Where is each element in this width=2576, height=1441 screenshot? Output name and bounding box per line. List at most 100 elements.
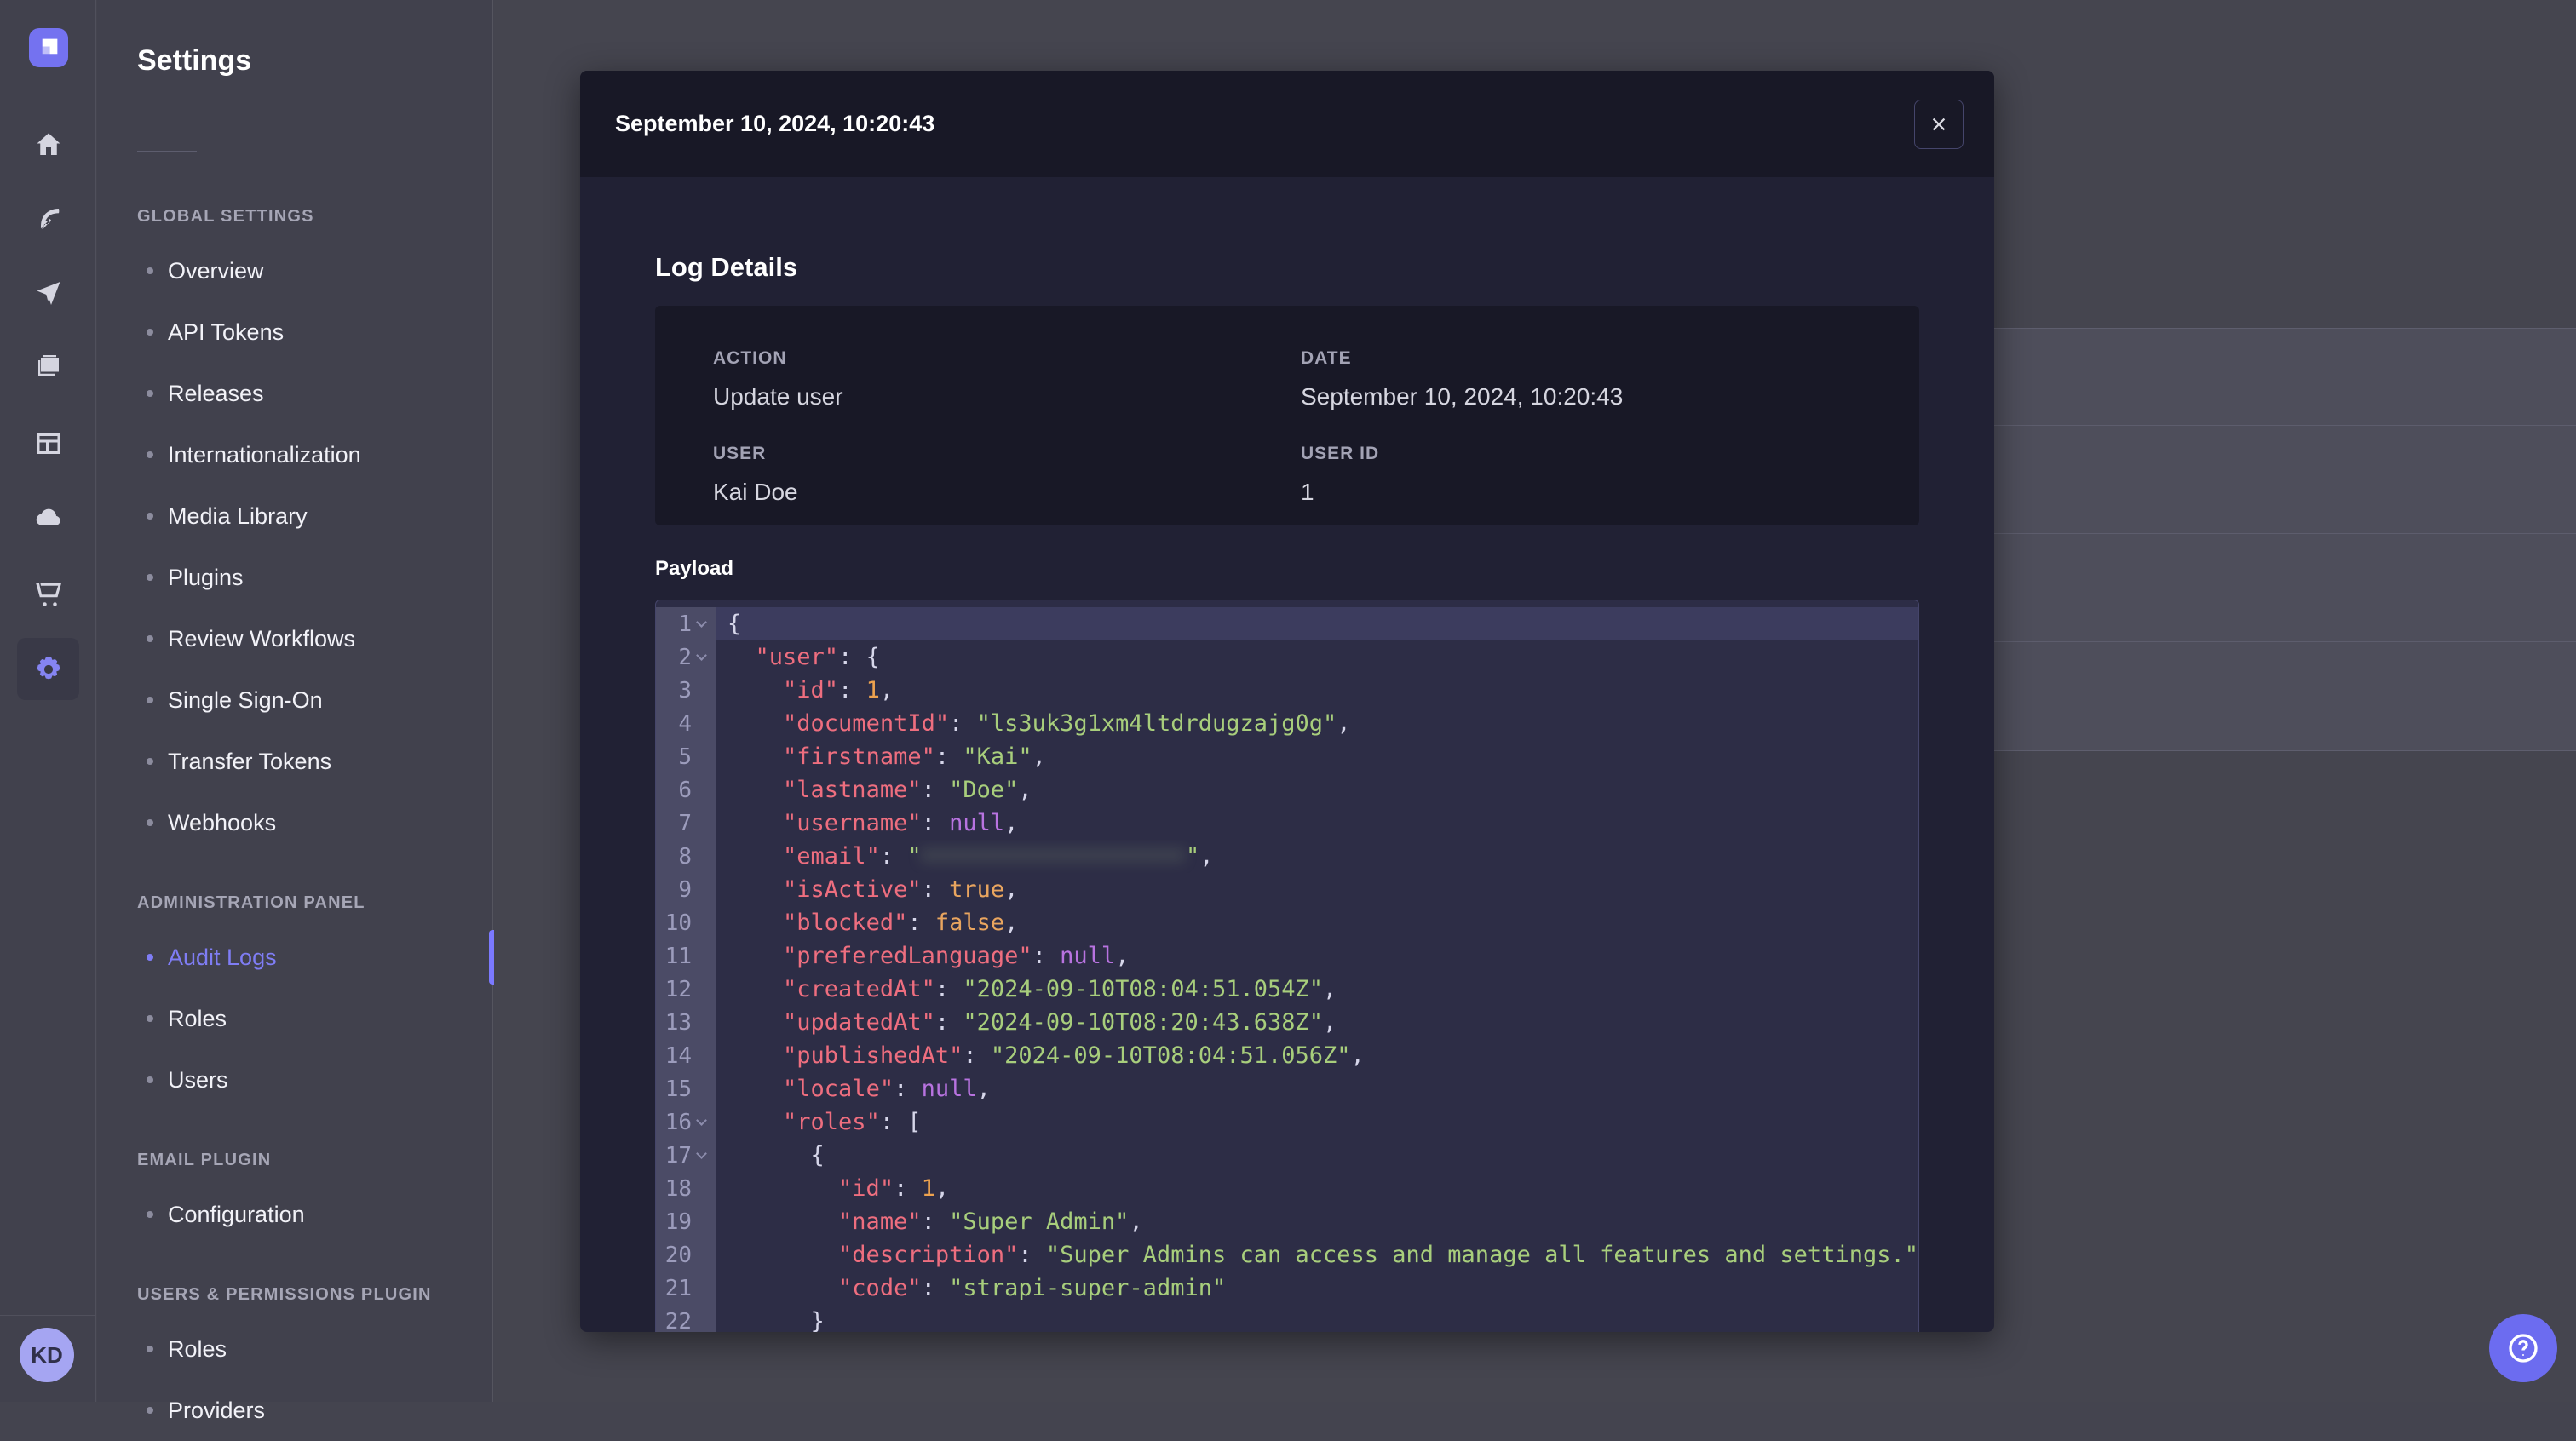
rail-item-cart-icon[interactable] [0,565,96,620]
action-label: ACTION [713,348,787,368]
fold-chevron-empty [695,982,710,997]
rail-item-settings[interactable] [17,638,79,700]
line-number-gutter: 4 [656,707,716,740]
sidebar-item-label: Roles [168,1005,227,1031]
line-number: 10 [664,910,692,936]
sidebar-item-webhooks[interactable]: Webhooks [97,792,493,853]
sidebar-item-review-workflows[interactable]: Review Workflows [97,608,493,669]
bullet-dot [147,819,153,826]
code-line: 14 "publishedAt": "2024-09-10T08:04:51.0… [656,1039,1918,1072]
rail-item-home-icon[interactable] [0,118,96,172]
line-number-gutter: 16 [656,1105,716,1139]
sidebar-item-internationalization[interactable]: Internationalization [97,424,493,485]
rail-item-layout-icon[interactable] [0,416,96,471]
code-line: 4 "documentId": "ls3uk3g1xm4ltdrdugzajg0… [656,707,1918,740]
help-button[interactable] [2489,1314,2557,1382]
line-number: 1 [678,611,692,637]
detail-date: DATE September 10, 2024, 10:20:43 [1301,348,1861,444]
sidebar-item-roles[interactable]: Roles [97,988,493,1049]
fold-chevron-empty [695,1015,710,1031]
code-line-text: "preferedLanguage": null, [783,943,1130,969]
code-line: 8 "email": " ••••••••••••••••• ", [656,840,1918,873]
modal-header: September 10, 2024, 10:20:43 [580,71,1994,177]
line-number-gutter: 8 [656,840,716,873]
sidebar-item-audit-logs[interactable]: Audit Logs [97,927,494,988]
log-details-heading: Log Details [655,252,798,282]
bullet-dot [147,1076,153,1083]
help-question-icon [2509,1334,2538,1363]
fold-chevron-icon[interactable] [695,649,710,665]
line-number-gutter: 17 [656,1139,716,1172]
sidebar-item-label: Internationalization [168,441,361,468]
line-number: 2 [678,644,692,670]
code-line: 18 "id": 1, [656,1172,1918,1205]
fold-chevron-empty [695,749,710,765]
close-button[interactable] [1914,100,1964,149]
line-number: 7 [678,810,692,836]
sidebar-item-users[interactable]: Users [97,1049,493,1111]
bullet-dot [147,1211,153,1218]
code-line: 6 "lastname": "Doe", [656,773,1918,807]
bullet-dot [147,758,153,765]
sidebar-item-overview[interactable]: Overview [97,240,493,301]
line-number: 19 [664,1208,692,1235]
line-number: 3 [678,677,692,703]
userid-value: 1 [1301,479,1314,505]
logo-box [0,0,96,95]
strapi-logo[interactable] [29,28,68,67]
code-line-text: "user": { [755,644,880,670]
payload-code-block[interactable]: 1{2 "user": {3 "id": 1,4 "documentId": "… [655,600,1919,1332]
line-number-gutter: 2 [656,640,716,674]
settings-gear-icon [37,656,60,679]
sidebar-item-providers[interactable]: Providers [97,1380,493,1441]
line-number: 17 [664,1142,692,1168]
code-line-text: "description": "Super Admins can access … [838,1242,1918,1268]
code-line-text: "username": null, [783,810,1019,836]
rail-item-media-icon[interactable] [0,341,96,395]
sidebar-item-label: Audit Logs [168,944,277,970]
strapi-logo-icon [42,38,58,55]
line-number-gutter: 3 [656,674,716,707]
sidebar-item-media-library[interactable]: Media Library [97,485,493,547]
user-avatar[interactable]: KD [20,1328,74,1382]
code-line: 20 "description": "Super Admins can acce… [656,1238,1918,1272]
sidebar-item-api-tokens[interactable]: API Tokens [97,301,493,363]
sidebar-item-configuration[interactable]: Configuration [97,1184,493,1245]
fold-chevron-icon[interactable] [695,1114,710,1130]
sidebar-item-label: Webhooks [168,809,277,835]
line-number-gutter: 1 [656,607,716,640]
rail-item-paper-plane-icon[interactable] [0,265,96,319]
bullet-dot [147,1346,153,1352]
fold-chevron-empty [695,1048,710,1064]
code-line: 17 { [656,1139,1918,1172]
line-number-gutter: 22 [656,1305,716,1332]
log-details-box: ACTION Update user DATE September 10, 20… [655,306,1919,525]
sidebar-item-plugins[interactable]: Plugins [97,547,493,608]
line-number: 9 [678,876,692,903]
fold-chevron-empty [695,849,710,864]
sidebar-item-single-sign-on[interactable]: Single Sign-On [97,669,493,731]
sidebar-item-roles[interactable]: Roles [97,1318,493,1380]
fold-chevron-icon[interactable] [695,616,710,632]
sidebar-item-transfer-tokens[interactable]: Transfer Tokens [97,731,493,792]
code-line: 13 "updatedAt": "2024-09-10T08:20:43.638… [656,1006,1918,1039]
code-line-text: "id": 1, [838,1175,950,1202]
section-header: GLOBAL SETTINGS [137,206,314,226]
rail-item-cloud-icon[interactable] [0,491,96,545]
sidebar-item-label: Media Library [168,502,308,529]
code-line: 5 "firstname": "Kai", [656,740,1918,773]
line-number-gutter: 13 [656,1006,716,1039]
code-line-text: "id": 1, [783,677,894,703]
rail-item-feather-icon[interactable] [0,192,96,246]
sidebar-item-releases[interactable]: Releases [97,363,493,424]
bullet-dot [147,1407,153,1414]
code-line: 16 "roles": [ [656,1105,1918,1139]
code-line: 22 } [656,1305,1918,1332]
fold-chevron-empty [695,1281,710,1296]
modal-body: Log Details ACTION Update user DATE Sept… [580,252,1994,1332]
subnav-sections: GLOBAL SETTINGS Overview API Tokens Release… [97,167,494,1441]
fold-chevron-icon[interactable] [695,1147,710,1163]
date-value: September 10, 2024, 10:20:43 [1301,383,1624,410]
main-nav-rail: KD [0,0,96,1402]
close-icon [1932,118,1946,131]
